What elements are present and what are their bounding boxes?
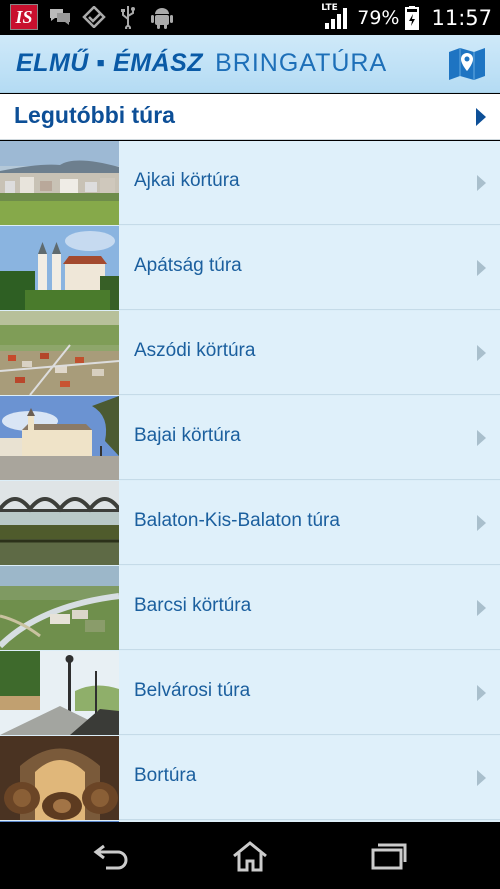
chevron-right-icon <box>477 515 486 531</box>
action-bar: ELMŰ ▪ ÉMÁSZ BRINGATÚRA <box>0 35 500 93</box>
chevron-right-icon <box>477 175 486 191</box>
list-item[interactable]: Ajkai körtúra <box>0 141 500 225</box>
brand-sub: BRINGATÚRA <box>215 49 388 77</box>
list-item[interactable]: Aszódi körtúra <box>0 311 500 395</box>
list-item[interactable]: Barcsi körtúra <box>0 566 500 650</box>
android-icon <box>150 5 174 29</box>
tour-label: Belvárosi túra <box>134 680 251 701</box>
list-item[interactable]: Apátság túra <box>0 226 500 310</box>
tour-thumbnail <box>0 481 119 565</box>
tour-thumbnail <box>0 566 119 650</box>
list-item[interactable]: Bortúra <box>0 736 500 820</box>
back-button[interactable] <box>92 840 132 872</box>
tour-label: Bortúra <box>134 765 197 786</box>
tour-thumbnail <box>0 396 119 480</box>
tour-label: Bajai körtúra <box>134 425 241 446</box>
app-brand: ELMŰ ▪ ÉMÁSZ BRINGATÚRA <box>16 49 387 78</box>
tour-list[interactable]: Ajkai körtúra Apátság túra Aszódi körtúr… <box>0 141 500 822</box>
chevron-right-icon <box>477 430 486 446</box>
tour-label: Balaton-Kis-Balaton túra <box>134 510 340 531</box>
clock: 11:57 <box>431 5 492 30</box>
usb-icon <box>116 5 140 29</box>
navigation-bar <box>0 822 500 889</box>
brand-main: ELMŰ ▪ ÉMÁSZ <box>16 49 204 77</box>
list-item[interactable]: Bajai körtúra <box>0 396 500 480</box>
last-tour-label: Legutóbbi túra <box>14 102 175 128</box>
chevron-right-icon <box>476 108 486 126</box>
home-icon <box>233 841 267 872</box>
tour-thumbnail <box>0 736 119 820</box>
chat-icon <box>48 5 72 29</box>
map-button[interactable] <box>448 47 486 81</box>
status-bar: IS LTE 79% 11:57 <box>0 0 500 35</box>
tour-label: Apátság túra <box>134 255 242 276</box>
chevron-right-icon <box>477 345 486 361</box>
signal-icon: LTE <box>321 3 351 31</box>
home-button[interactable] <box>230 840 270 872</box>
tour-thumbnail <box>0 226 119 310</box>
last-tour-row[interactable]: Legutóbbi túra <box>0 94 500 140</box>
tour-thumbnail <box>0 141 119 225</box>
chevron-right-icon <box>477 685 486 701</box>
app-notification-icon: IS <box>10 4 38 30</box>
battery-percent: 79% <box>357 6 400 29</box>
chevron-right-icon <box>477 600 486 616</box>
chevron-right-icon <box>477 770 486 786</box>
recent-apps-icon <box>371 843 407 870</box>
battery-icon <box>405 5 420 30</box>
tour-label: Aszódi körtúra <box>134 340 256 361</box>
list-item[interactable]: Balaton-Kis-Balaton túra <box>0 481 500 565</box>
tour-label: Ajkai körtúra <box>134 170 240 191</box>
tour-thumbnail <box>0 651 119 735</box>
recent-apps-button[interactable] <box>368 840 408 872</box>
chevron-right-icon <box>477 260 486 276</box>
tour-label: Barcsi körtúra <box>134 595 252 616</box>
check-icon <box>82 5 106 29</box>
map-icon <box>449 48 485 80</box>
list-item[interactable]: Belvárosi túra <box>0 651 500 735</box>
back-icon <box>93 844 128 870</box>
tour-thumbnail <box>0 311 119 395</box>
